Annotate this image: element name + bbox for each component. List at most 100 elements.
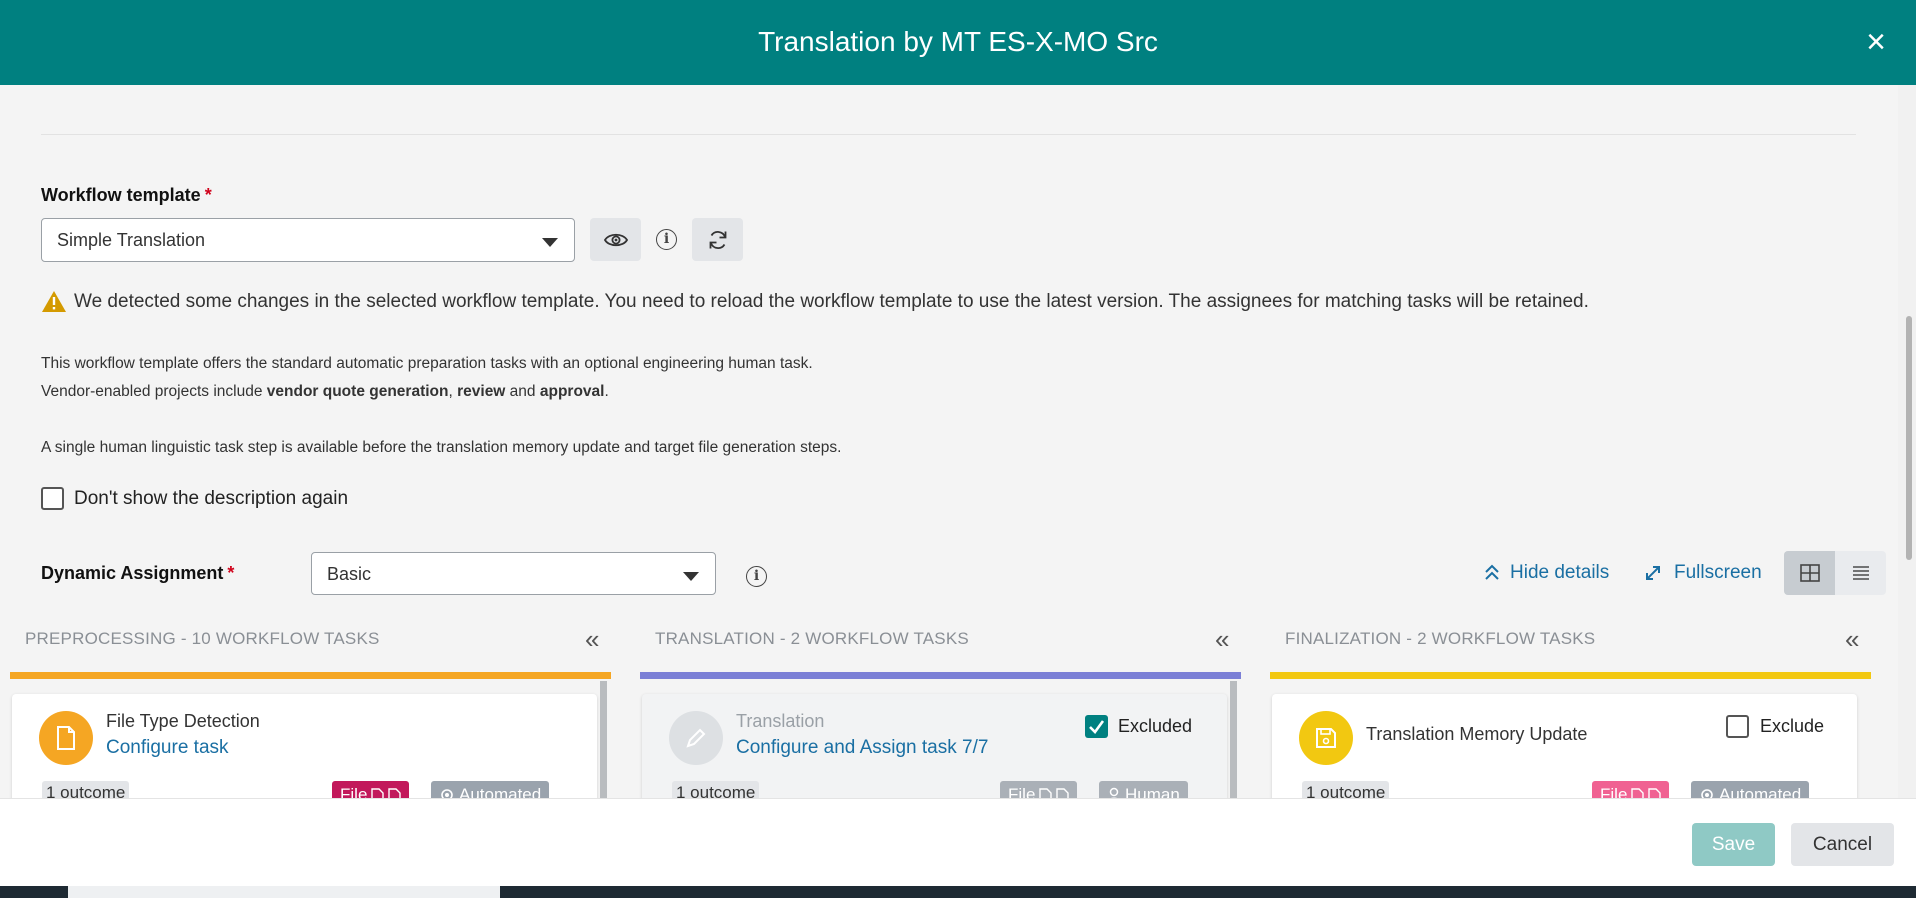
configure-assign-task-link[interactable]: Configure and Assign task 7/7 bbox=[736, 737, 988, 759]
page-scrollbar-thumb[interactable] bbox=[1906, 316, 1912, 560]
collapse-preprocessing-icon[interactable]: « bbox=[585, 626, 599, 652]
automated-tag-label: Automated bbox=[459, 785, 542, 798]
file-tag: File bbox=[1592, 781, 1670, 798]
description-text: Vendor-enabled projects include bbox=[41, 383, 267, 400]
task-card-translation-memory-update[interactable]: Translation Memory Update Exclude 1 outc… bbox=[1272, 694, 1857, 798]
column-scrollbar[interactable] bbox=[600, 681, 607, 798]
user-icon bbox=[1109, 787, 1119, 798]
description-bold: vendor quote generation bbox=[266, 383, 449, 400]
excluded-checkbox[interactable] bbox=[1085, 715, 1108, 738]
human-tag: Human bbox=[1099, 781, 1188, 798]
exclude-checkbox[interactable] bbox=[1726, 715, 1749, 738]
fullscreen-button[interactable]: Fullscreen bbox=[1644, 562, 1762, 584]
divider bbox=[41, 134, 1856, 135]
workflow-template-label-text: Workflow template bbox=[41, 185, 201, 205]
task-name: Translation Memory Update bbox=[1366, 724, 1588, 744]
close-icon[interactable]: × bbox=[1856, 22, 1896, 62]
hide-details-label: Hide details bbox=[1510, 562, 1610, 583]
file-tag-label: File bbox=[340, 785, 368, 798]
file-tag: File bbox=[332, 781, 410, 798]
outcome-count: 1 outcome bbox=[42, 781, 130, 798]
column-header-preprocessing: PREPROCESSING - 10 WORKFLOW TASKS bbox=[25, 629, 380, 648]
exclude-label[interactable]: Exclude bbox=[1760, 716, 1824, 737]
taskbar bbox=[0, 886, 1916, 898]
excluded-label[interactable]: Excluded bbox=[1118, 716, 1192, 737]
dialog-title: Translation by MT ES-X-MO Src bbox=[758, 26, 1158, 57]
refresh-icon bbox=[709, 230, 726, 249]
outcome-count: 1 outcome bbox=[672, 781, 760, 798]
expand-icon bbox=[1646, 566, 1660, 580]
dynamic-assignment-value: Basic bbox=[327, 564, 372, 584]
list-view-button[interactable] bbox=[1835, 551, 1886, 595]
file-icon bbox=[371, 787, 385, 798]
warning-text: We detected some changes in the selected… bbox=[74, 290, 1589, 312]
file-tag: File bbox=[1000, 781, 1078, 798]
description-text: and bbox=[505, 383, 540, 400]
check-icon bbox=[1089, 720, 1105, 734]
file-edit-icon bbox=[1039, 787, 1053, 798]
automated-tag: Automated bbox=[1691, 781, 1810, 798]
file-edit-icon bbox=[1648, 787, 1662, 798]
file-edit-icon bbox=[1631, 787, 1645, 798]
dynamic-assignment-label-text: Dynamic Assignment bbox=[41, 563, 224, 583]
taskbar-window[interactable] bbox=[68, 886, 500, 898]
required-mark: * bbox=[227, 563, 235, 583]
save-button[interactable]: Save bbox=[1692, 823, 1775, 866]
fullscreen-label: Fullscreen bbox=[1674, 562, 1762, 583]
column-bar-preprocessing bbox=[10, 672, 611, 679]
file-edit-icon bbox=[1056, 787, 1070, 798]
dynamic-assignment-select[interactable]: Basic bbox=[311, 552, 716, 595]
warning-icon bbox=[42, 291, 66, 312]
workflow-template-value: Simple Translation bbox=[57, 230, 206, 250]
board-view-button[interactable] bbox=[1784, 551, 1835, 595]
task-card-translation[interactable]: Translation Configure and Assign task 7/… bbox=[642, 694, 1227, 798]
dialog-header: Translation by MT ES-X-MO Src × bbox=[0, 0, 1916, 85]
workflow-template-label: Workflow template * bbox=[41, 185, 212, 206]
human-tag-label: Human bbox=[1125, 785, 1180, 798]
task-avatar bbox=[669, 711, 723, 765]
eye-icon bbox=[603, 233, 628, 246]
dialog-body: Workflow template * Simple Translation i … bbox=[0, 85, 1916, 798]
description-line: Vendor-enabled projects include vendor q… bbox=[41, 378, 841, 406]
reload-workflow-button[interactable] bbox=[692, 218, 743, 261]
task-avatar bbox=[39, 711, 93, 765]
outcome-count: 1 outcome bbox=[1302, 781, 1390, 798]
dynamic-assignment-label: Dynamic Assignment * bbox=[41, 563, 234, 584]
file-icon bbox=[57, 726, 75, 750]
collapse-finalization-icon[interactable]: « bbox=[1845, 626, 1859, 652]
hide-details-button[interactable]: Hide details bbox=[1484, 562, 1609, 584]
task-name: Translation bbox=[736, 711, 825, 731]
dialog-footer bbox=[0, 798, 1916, 886]
gear-icon bbox=[441, 789, 453, 798]
task-card-file-type-detection[interactable]: File Type Detection Configure task 1 out… bbox=[12, 694, 597, 798]
dont-show-label[interactable]: Don't show the description again bbox=[74, 488, 348, 510]
automated-tag-label: Automated bbox=[1719, 785, 1802, 798]
pencil-icon bbox=[686, 728, 706, 748]
gear-icon bbox=[1701, 789, 1713, 798]
collapse-translation-icon[interactable]: « bbox=[1215, 626, 1229, 652]
description-line: This workflow template offers the standa… bbox=[41, 355, 813, 372]
grid-icon bbox=[1799, 564, 1820, 582]
workflow-info-icon[interactable]: i bbox=[656, 229, 677, 250]
workflow-dialog: Translation by MT ES-X-MO Src × Workflow… bbox=[0, 0, 1916, 886]
cancel-button[interactable]: Cancel bbox=[1791, 823, 1894, 866]
list-icon bbox=[1852, 566, 1869, 580]
task-name: File Type Detection bbox=[106, 711, 260, 731]
description-text: . bbox=[604, 383, 609, 400]
task-avatar bbox=[1299, 711, 1353, 765]
workflow-template-select[interactable]: Simple Translation bbox=[41, 218, 575, 262]
file-tag-label: File bbox=[1008, 785, 1036, 798]
required-mark: * bbox=[204, 185, 212, 205]
column-bar-finalization bbox=[1270, 672, 1871, 679]
dont-show-checkbox[interactable] bbox=[41, 487, 64, 510]
column-scrollbar[interactable] bbox=[1230, 681, 1237, 798]
description-bold: review bbox=[457, 383, 506, 400]
automated-tag: Automated bbox=[431, 781, 550, 798]
file-icon bbox=[388, 787, 402, 798]
file-tag-label: File bbox=[1600, 785, 1628, 798]
caret-down-icon bbox=[542, 238, 558, 247]
configure-task-link[interactable]: Configure task bbox=[106, 737, 229, 759]
preview-workflow-button[interactable] bbox=[590, 218, 641, 261]
dynamic-assignment-info-icon[interactable]: i bbox=[746, 566, 767, 587]
caret-down-icon bbox=[683, 572, 699, 581]
